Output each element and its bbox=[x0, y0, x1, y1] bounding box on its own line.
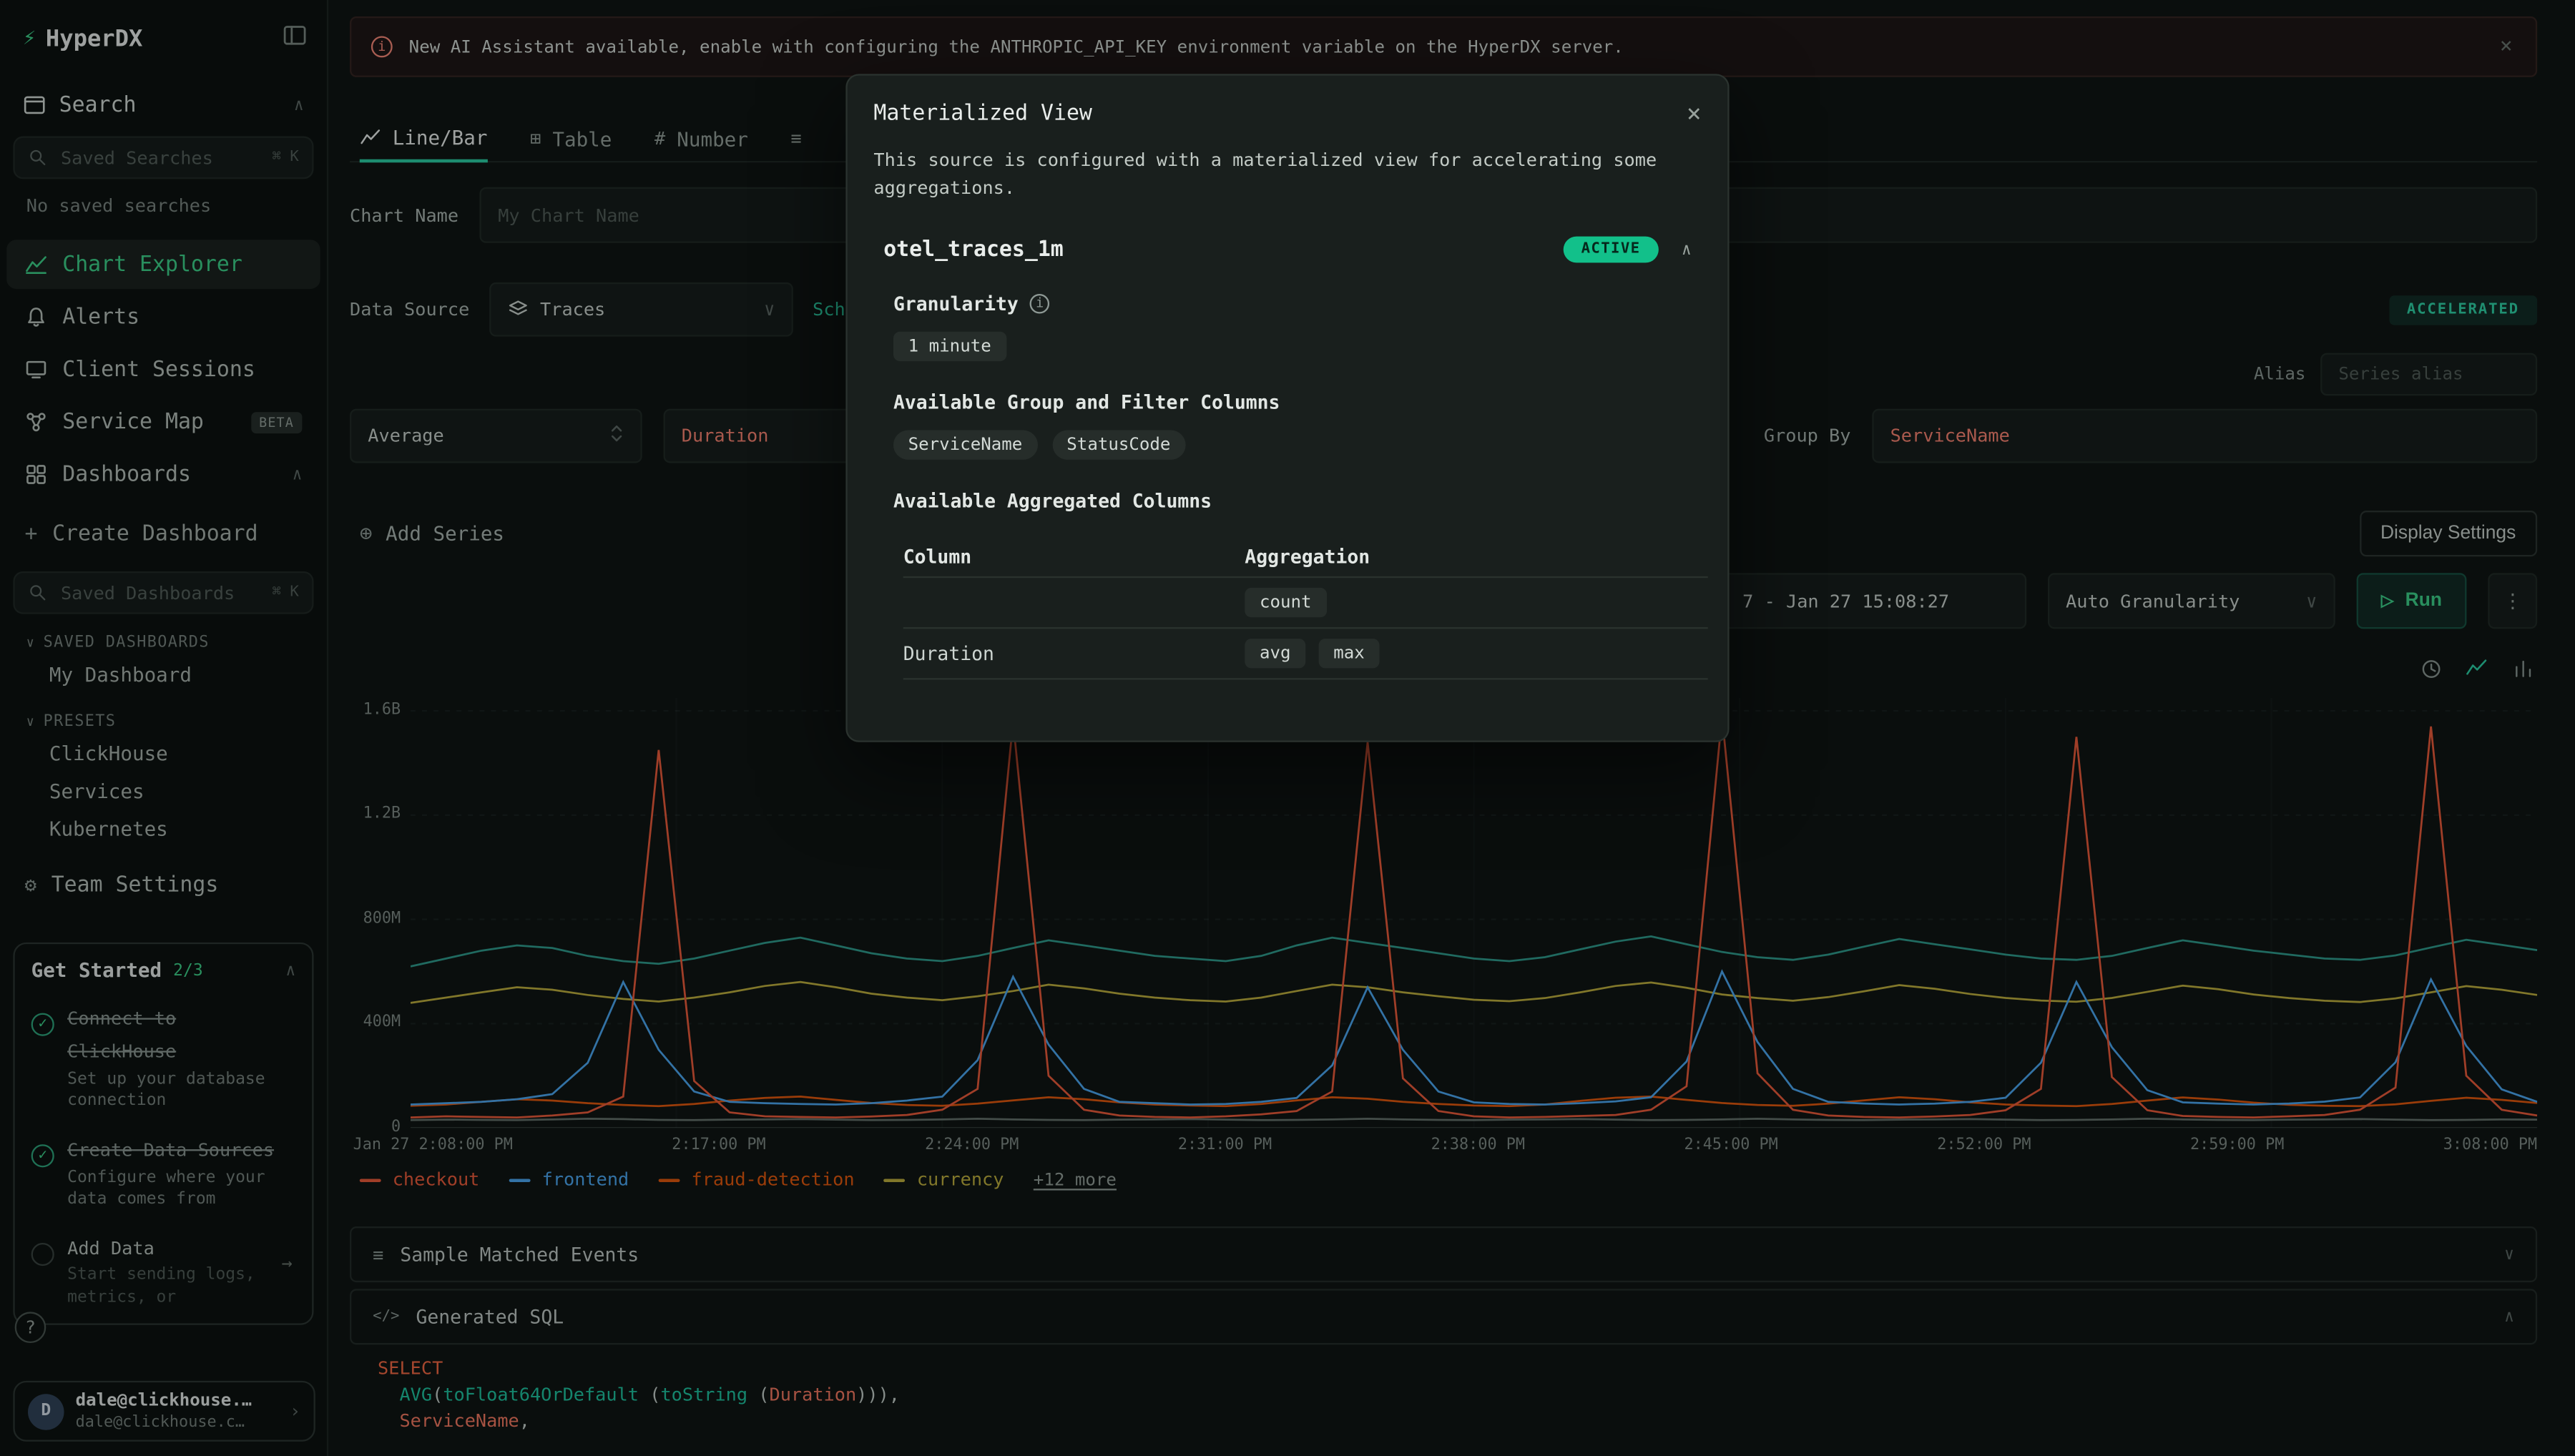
materialized-view-modal: Materialized View × This source is confi… bbox=[845, 74, 1729, 742]
materialized-view-accordion[interactable]: otel_traces_1m ACTIVE ∧ bbox=[873, 237, 1701, 263]
aggregated-columns-table: Column Aggregation count Durationavgmax bbox=[903, 535, 1708, 679]
table-body: count Durationavgmax bbox=[903, 578, 1708, 679]
group-filter-section-label: Available Group and Filter Columns bbox=[873, 390, 1701, 413]
granularity-label: Granularity bbox=[893, 292, 1019, 315]
granularity-chip: 1 minute bbox=[893, 332, 1006, 361]
aggregation-cell: avgmax bbox=[1245, 639, 1379, 668]
aggregation-chip-max: max bbox=[1319, 639, 1380, 668]
aggregation-cell: count bbox=[1245, 588, 1326, 617]
table-header-row: Column Aggregation bbox=[903, 535, 1708, 578]
column-header: Column bbox=[903, 544, 1245, 567]
modal-description: This source is configured with a materia… bbox=[873, 148, 1694, 202]
info-icon[interactable]: i bbox=[1030, 294, 1050, 314]
active-status-badge: ACTIVE bbox=[1563, 237, 1658, 263]
granularity-value-row: 1 minute bbox=[873, 332, 1701, 361]
group-filter-chips: ServiceName StatusCode bbox=[873, 431, 1701, 460]
hyperdx-app: ⚡ HyperDX Search ∧ ⌘ K No saved searches… bbox=[0, 0, 2575, 1456]
modal-title: Materialized View bbox=[873, 101, 1092, 125]
filter-column-chip-StatusCode: StatusCode bbox=[1052, 431, 1185, 460]
table-row: Durationavgmax bbox=[903, 629, 1708, 679]
chevron-up-icon: ∧ bbox=[1682, 240, 1692, 258]
aggregation-header: Aggregation bbox=[1245, 544, 1370, 567]
view-table-name: otel_traces_1m bbox=[883, 237, 1064, 262]
granularity-section-label: Granularity i bbox=[873, 292, 1701, 315]
table-row: count bbox=[903, 578, 1708, 629]
column-cell: Duration bbox=[903, 642, 1245, 665]
filter-column-chip-ServiceName: ServiceName bbox=[893, 431, 1037, 460]
aggregated-section-label: Available Aggregated Columns bbox=[873, 489, 1701, 512]
aggregation-chip-count: count bbox=[1245, 588, 1326, 617]
aggregation-chip-avg: avg bbox=[1245, 639, 1305, 668]
modal-close-icon[interactable]: × bbox=[1687, 99, 1702, 128]
modal-header: Materialized View × bbox=[873, 99, 1701, 128]
